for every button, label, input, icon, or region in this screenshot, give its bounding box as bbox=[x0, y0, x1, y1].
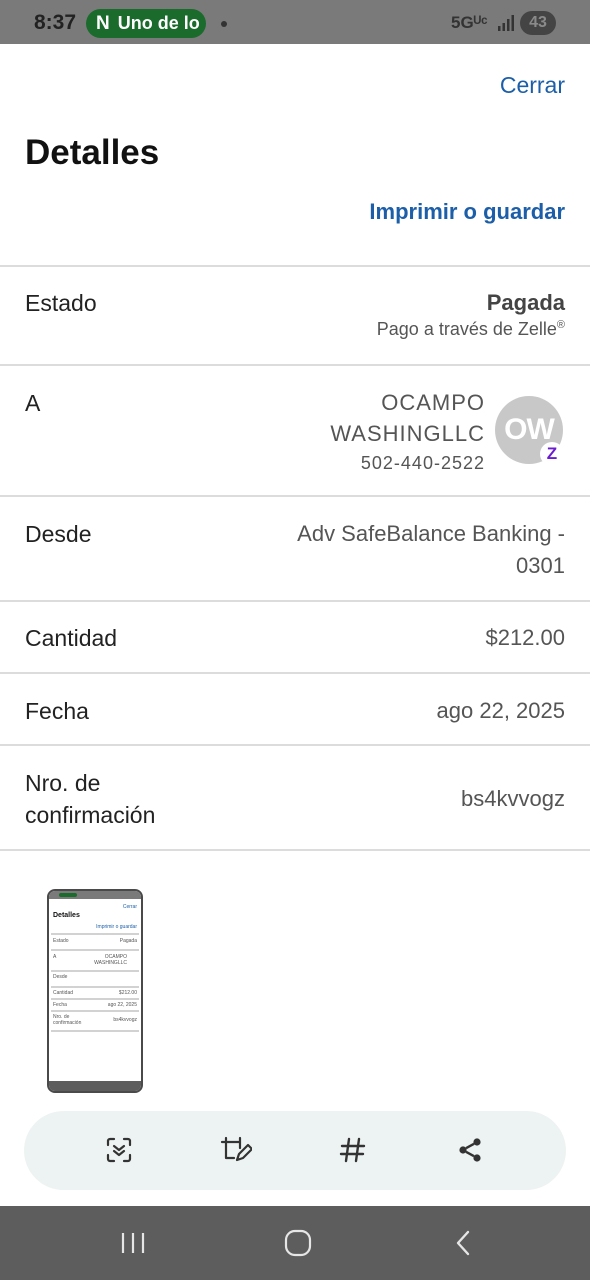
divider bbox=[0, 364, 590, 366]
date-value: ago 22, 2025 bbox=[436, 698, 565, 723]
thumbnail-date-label: Fecha bbox=[53, 1002, 67, 1008]
thumbnail-title: Detalles bbox=[53, 912, 80, 919]
notification-dot-icon bbox=[221, 21, 227, 27]
divider bbox=[0, 265, 590, 267]
home-button[interactable] bbox=[278, 1226, 318, 1260]
confirmation-label: Nro. de confirmación bbox=[25, 770, 156, 828]
thumbnail-recipient-name: OCAMPO WASHINGLLC bbox=[94, 954, 127, 966]
recent-apps-icon bbox=[121, 1233, 145, 1253]
status-subtext: Pago a través de Zelle® bbox=[377, 319, 565, 340]
screenshot-thumbnail[interactable]: Cerrar Detalles Imprimir o guardar Estad… bbox=[47, 889, 143, 1093]
edit-crop-icon bbox=[220, 1136, 252, 1162]
thumbnail-print: Imprimir o guardar bbox=[96, 924, 137, 930]
back-button[interactable] bbox=[443, 1226, 483, 1260]
status-time: 8:37 bbox=[34, 11, 77, 34]
status-bar: 8:37 N Uno de lo 5Gᵁᶜ 43 bbox=[0, 0, 590, 44]
divider bbox=[0, 600, 590, 602]
signal-icon bbox=[498, 15, 514, 31]
thumbnail-amount-value: $212.00 bbox=[118, 990, 137, 996]
notification-pill[interactable]: N Uno de lo bbox=[86, 9, 206, 38]
divider bbox=[0, 849, 590, 851]
thumbnail-status-value: Pagada bbox=[119, 938, 137, 944]
close-button[interactable]: Cerrar bbox=[500, 72, 565, 99]
page-title: Detalles bbox=[25, 133, 160, 172]
netflix-icon: N bbox=[96, 12, 110, 34]
edit-crop-button[interactable] bbox=[217, 1131, 255, 1169]
back-icon bbox=[456, 1230, 470, 1256]
battery-level: 43 bbox=[529, 14, 547, 31]
scan-text-icon bbox=[106, 1137, 132, 1163]
battery-icon: 43 bbox=[520, 11, 556, 35]
network-indicator: 5Gᵁᶜ bbox=[451, 13, 488, 32]
hashtag-button[interactable] bbox=[334, 1131, 372, 1169]
payment-method-text: Pago a través de Zelle bbox=[376, 319, 557, 339]
thumbnail-divider bbox=[51, 998, 139, 1000]
confirmation-value: bs4kvvogz bbox=[461, 786, 565, 811]
thumbnail-status-bar bbox=[49, 891, 141, 899]
thumbnail-status-label: Estado bbox=[53, 938, 69, 944]
home-icon bbox=[284, 1229, 312, 1257]
amount-label: Cantidad bbox=[25, 625, 118, 651]
notification-pill-text: Uno de lo bbox=[117, 13, 200, 33]
scan-text-button[interactable] bbox=[100, 1131, 138, 1169]
avatar-initials: OW bbox=[504, 413, 555, 446]
thumbnail-divider bbox=[51, 986, 139, 988]
recipient-label: A bbox=[25, 390, 41, 416]
thumbnail-recipient-label: A bbox=[53, 954, 57, 960]
thumbnail-confirmation-label: Nro. de confirmación bbox=[53, 1014, 82, 1026]
amount-value: $212.00 bbox=[485, 625, 565, 650]
recent-apps-button[interactable] bbox=[113, 1226, 153, 1260]
date-label: Fecha bbox=[25, 698, 89, 724]
thumbnail-divider bbox=[51, 949, 139, 951]
divider bbox=[0, 672, 590, 674]
thumbnail-amount-label: Cantidad bbox=[53, 990, 74, 996]
zelle-icon: Z bbox=[540, 442, 564, 466]
thumbnail-divider bbox=[51, 970, 139, 972]
zelle-badge-letter: Z bbox=[546, 444, 558, 463]
thumbnail-date-value: ago 22, 2025 bbox=[107, 1002, 137, 1008]
from-label: Desde bbox=[25, 521, 92, 547]
screenshot-action-toolbar bbox=[24, 1111, 566, 1190]
share-button[interactable] bbox=[451, 1131, 489, 1169]
registered-mark: ® bbox=[556, 319, 565, 331]
recipient-name: OCAMPO WASHINGLLC bbox=[330, 390, 485, 446]
thumbnail-close: Cerrar bbox=[122, 904, 137, 910]
thumbnail-divider bbox=[51, 1010, 139, 1012]
thumbnail-from-label: Desde bbox=[53, 974, 68, 980]
divider bbox=[0, 744, 590, 746]
print-or-save-link[interactable]: Imprimir o guardar bbox=[369, 199, 565, 225]
thumbnail-divider bbox=[51, 933, 139, 935]
hashtag-icon bbox=[339, 1137, 366, 1163]
share-icon bbox=[459, 1138, 481, 1162]
recipient-phone: 502-440-2522 bbox=[360, 453, 485, 473]
thumbnail-nav-bar bbox=[49, 1081, 141, 1091]
system-nav-bar bbox=[0, 1206, 590, 1280]
divider bbox=[0, 495, 590, 497]
status-label: Estado bbox=[25, 290, 97, 316]
from-account: Adv SafeBalance Banking - 0301 bbox=[297, 521, 565, 578]
status-value: Pagada bbox=[486, 290, 565, 315]
thumbnail-divider bbox=[51, 1030, 139, 1032]
thumbnail-confirmation-value: bs4kvvogz bbox=[113, 1017, 137, 1023]
